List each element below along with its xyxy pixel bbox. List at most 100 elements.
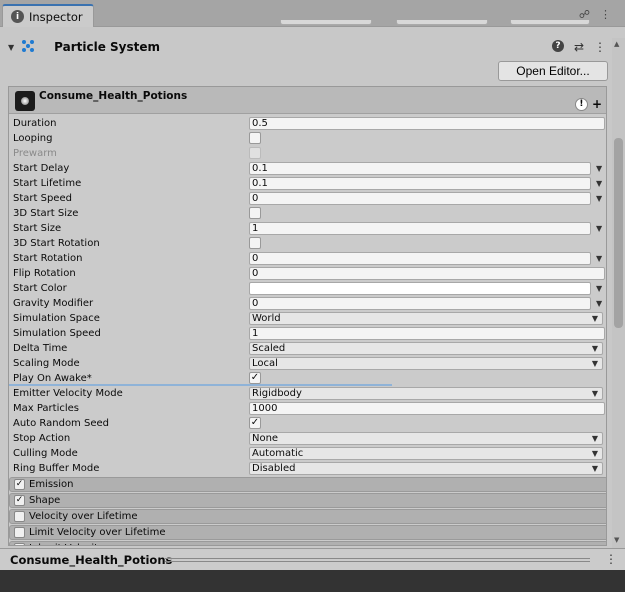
property-input[interactable]: 0 [249,252,591,265]
property-row: Stop Action None ▼ [9,431,606,446]
color-swatch[interactable] [249,282,591,295]
property-dropdown[interactable]: None ▼ [249,432,603,445]
curve-mode-dropdown-icon[interactable]: ▼ [596,254,602,263]
tab-controls: ☍ ⋮ [579,8,611,21]
property-row: Simulation Space World ▼ [9,311,606,326]
dropdown-value: None [252,433,279,444]
property-checkbox[interactable] [249,237,261,249]
curve-mode-dropdown-icon[interactable]: ▼ [596,164,602,173]
module-header[interactable]: ✓ Shape [9,493,606,508]
property-input[interactable]: 0 [249,297,591,310]
chevron-down-icon: ▼ [591,464,598,473]
module-header[interactable]: Limit Velocity over Lifetime [9,525,606,540]
curve-mode-dropdown-icon[interactable]: ▼ [596,299,602,308]
property-label: Max Particles [13,403,80,414]
info-icon[interactable]: ! [574,97,588,111]
property-checkbox[interactable] [249,207,261,219]
module-header[interactable]: Velocity over Lifetime [9,509,606,524]
property-row: Max Particles 1000 [9,401,606,416]
particle-thumbnail-icon [15,91,35,111]
dropdown-value: World [252,313,281,324]
property-input[interactable]: 0.5 [249,117,605,130]
curve-mode-dropdown-icon[interactable]: ▼ [596,179,602,188]
property-input[interactable]: 0 [249,267,605,280]
property-row: Emitter Velocity Mode Rigidbody ▼ [9,386,606,401]
preview-name: Consume_Health_Potions [10,552,173,567]
property-row: Auto Random Seed ✓ [9,416,606,431]
dropdown-value: Disabled [252,463,296,474]
scrollbar-thumb[interactable] [614,138,623,328]
property-dropdown[interactable]: World ▼ [249,312,603,325]
component-header[interactable]: ▼ Particle System ? ⇄ ⋮ [0,36,612,58]
property-label: Start Speed [13,193,72,204]
property-checkbox[interactable]: ✓ [249,372,261,384]
curve-mode-dropdown-icon[interactable]: ▼ [596,284,602,293]
property-label: Simulation Space [13,313,100,324]
curve-mode-dropdown-icon[interactable]: ▼ [596,224,602,233]
property-label: Flip Rotation [13,268,76,279]
preview-area [0,570,625,592]
property-input[interactable]: 1 [249,327,605,340]
property-label: Start Color [13,283,67,294]
kebab-icon[interactable]: ⋮ [600,8,611,21]
module-label: Shape [29,495,61,506]
property-row: Start Color ▼ [9,281,606,296]
lock-icon[interactable]: ☍ [579,8,590,21]
property-dropdown[interactable]: Local ▼ [249,357,603,370]
dropdown-value: Automatic [252,448,304,459]
property-input[interactable]: 0 [249,192,591,205]
chevron-down-icon: ▼ [591,314,598,323]
property-row: Start Delay 0.1 ▼ [9,161,606,176]
tab-inspector[interactable]: i Inspector [2,4,94,27]
presets-icon[interactable]: ⇄ [574,40,584,54]
scroll-up-icon[interactable]: ▲ [614,40,619,48]
property-input[interactable]: 1000 [249,402,605,415]
open-editor-button[interactable]: Open Editor... [498,61,608,81]
property-row: Flip Rotation 0 [9,266,606,281]
vertical-scrollbar[interactable]: ▲ ▼ [612,38,625,548]
property-dropdown[interactable]: Scaled ▼ [249,342,603,355]
module-checkbox[interactable] [14,511,25,522]
header-field-stub [280,20,372,25]
property-input[interactable]: 0.1 [249,177,591,190]
property-input[interactable]: 0.1 [249,162,591,175]
property-label: Start Rotation [13,253,83,264]
module-label: Limit Velocity over Lifetime [29,527,166,538]
curve-mode-dropdown-icon[interactable]: ▼ [596,194,602,203]
module-header[interactable]: Inherit Velocity [9,541,606,545]
chevron-down-icon: ▼ [591,389,598,398]
property-label: Ring Buffer Mode [13,463,100,474]
module-checkbox[interactable]: ✓ [14,479,25,490]
chevron-down-icon: ▼ [591,359,598,368]
fold-arrow-icon[interactable]: ▼ [8,43,14,52]
module-header[interactable]: ✓ Emission [9,477,606,492]
property-row: Start Rotation 0 ▼ [9,251,606,266]
property-checkbox[interactable] [249,132,261,144]
kebab-icon[interactable]: ⋮ [594,40,606,54]
property-label: 3D Start Size [13,208,79,219]
add-system-icon[interactable]: + [592,97,602,111]
module-checkbox[interactable]: ✓ [14,495,25,506]
preview-bar[interactable]: Consume_Health_Potions ⋮ [0,548,625,570]
chevron-down-icon: ▼ [591,449,598,458]
module-checkbox[interactable] [14,543,25,545]
resize-grip[interactable] [165,558,590,562]
help-icon[interactable]: ? [551,40,564,52]
particle-system-icon [22,40,36,54]
module-checkbox[interactable] [14,527,25,538]
scroll-down-icon[interactable]: ▼ [614,536,619,544]
property-row: Start Speed 0 ▼ [9,191,606,206]
property-input[interactable]: 1 [249,222,591,235]
module-label: Velocity over Lifetime [29,511,138,522]
kebab-icon[interactable]: ⋮ [605,552,617,566]
property-label: Looping [13,133,53,144]
property-label: Emitter Velocity Mode [13,388,123,399]
tab-inspector-label: Inspector [29,9,83,24]
property-dropdown[interactable]: Automatic ▼ [249,447,603,460]
property-dropdown[interactable]: Rigidbody ▼ [249,387,603,400]
property-row: Simulation Speed 1 [9,326,606,341]
property-dropdown[interactable]: Disabled ▼ [249,462,603,475]
system-header[interactable]: Consume_Health_Potions ! + [9,87,606,114]
property-checkbox[interactable]: ✓ [249,417,261,429]
property-label: Start Delay [13,163,70,174]
